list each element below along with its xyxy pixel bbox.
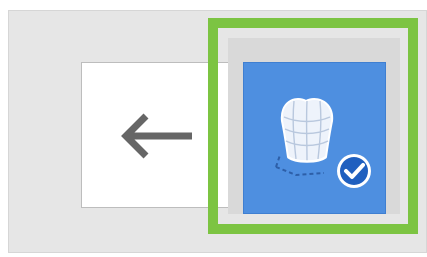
selected-tool-slot[interactable] xyxy=(228,38,400,214)
arrow-left-icon xyxy=(121,113,192,159)
screenshot-canvas xyxy=(0,0,427,257)
check-circle-icon xyxy=(337,154,371,188)
dental-crown-icon xyxy=(275,98,334,177)
back-button[interactable] xyxy=(81,62,229,208)
crown-tool-button[interactable] xyxy=(243,62,386,214)
